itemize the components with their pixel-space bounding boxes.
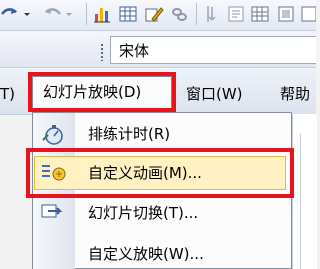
menu-tools-partial[interactable]: T) [0, 80, 15, 108]
expand-icon[interactable] [202, 4, 222, 24]
menu-item-custom-animation[interactable]: 自定义动画(M)... [88, 161, 202, 185]
document-area [292, 114, 317, 269]
menu-slideshow[interactable]: 幻灯片放映(D) [32, 76, 172, 108]
hyperlink-icon[interactable] [170, 4, 190, 24]
font-name-field[interactable]: 宋体 [110, 36, 316, 64]
undo-dropdown-icon[interactable] [22, 4, 32, 24]
grid-icon[interactable] [250, 4, 270, 24]
panel-divider [300, 134, 301, 269]
redo-dropdown-icon[interactable] [64, 4, 74, 24]
drawing-tools-icon[interactable] [144, 4, 164, 24]
standard-toolbar [0, 0, 317, 31]
menu-item-rehearse-timings[interactable]: 排练计时(R) [88, 122, 170, 146]
slide-transition-icon [40, 202, 66, 224]
insert-table-icon[interactable] [118, 4, 138, 24]
show-formatting-icon[interactable] [226, 4, 246, 24]
menu-window[interactable]: 窗口(W) [186, 80, 243, 108]
insert-chart-icon[interactable] [92, 4, 112, 24]
redo-icon[interactable] [42, 4, 62, 24]
toolbar-grip-icon[interactable] [100, 43, 104, 61]
menu-item-custom-shows[interactable]: 自定义放映(W)... [88, 242, 204, 266]
color-grayscale-icon[interactable] [276, 4, 296, 24]
zoom-icon[interactable] [300, 4, 317, 24]
custom-animation-icon [40, 161, 68, 185]
undo-icon[interactable] [0, 4, 20, 24]
stopwatch-icon [40, 124, 66, 146]
toolbar-separator [86, 3, 87, 25]
menu-item-slide-transition[interactable]: 幻灯片切换(T)... [88, 201, 198, 225]
menu-help[interactable]: 帮助 [280, 80, 310, 108]
toolbar-separator [196, 3, 197, 25]
